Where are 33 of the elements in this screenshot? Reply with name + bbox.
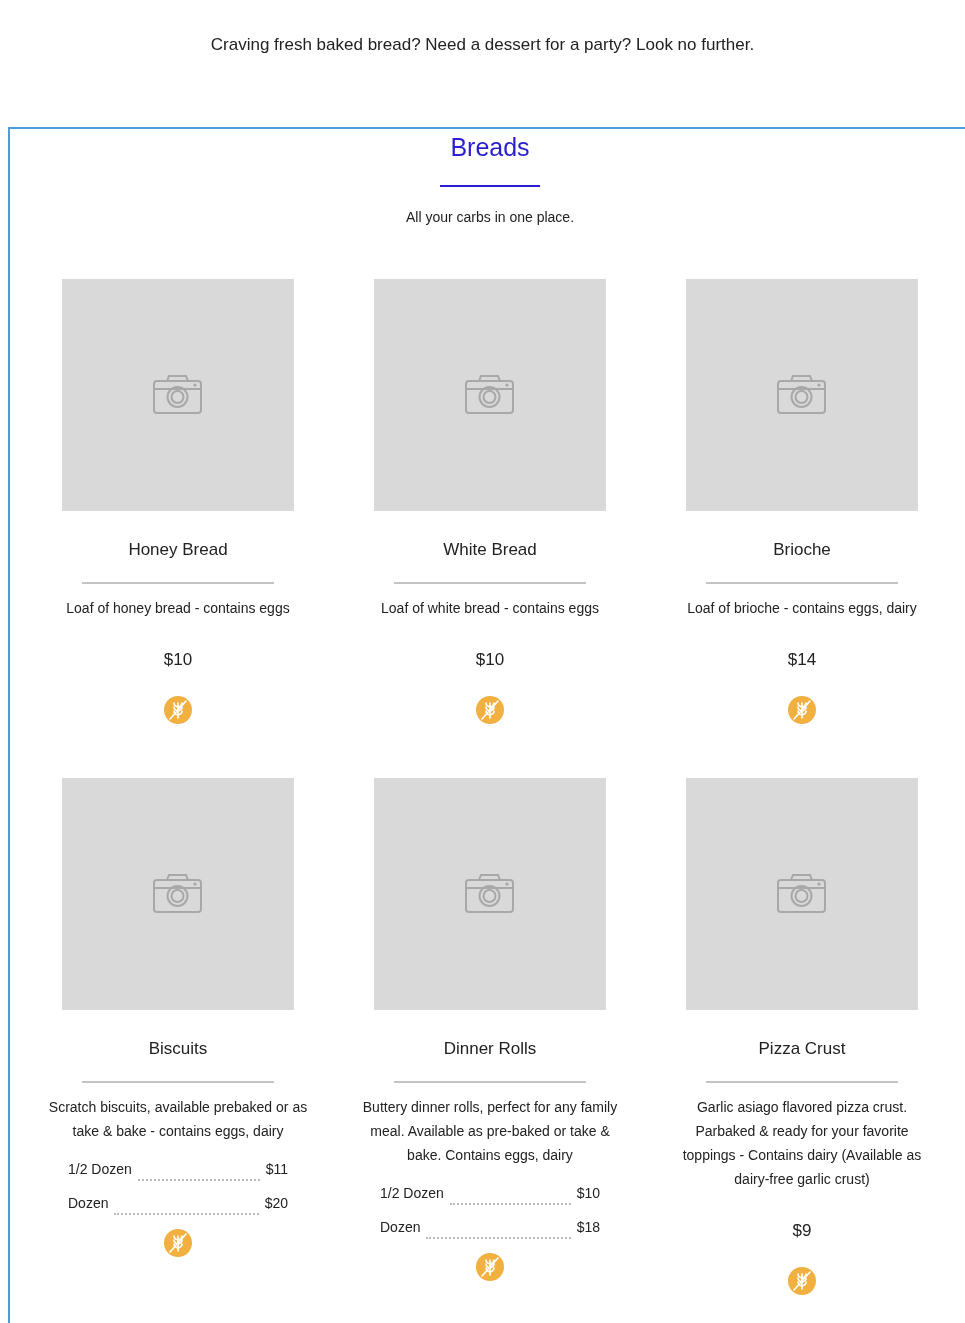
item-description: Scratch biscuits, available prebaked or as take & bake - contains eggs, dairy [48,1098,308,1141]
option-price: $11 [265,1160,288,1179]
item-price: $9 [792,1221,812,1241]
option-label: Dozen [68,1194,109,1213]
item-description: Loaf of honey bread - contains eggs [66,599,290,618]
item-description: Loaf of white bread - contains eggs [381,599,599,618]
item-description: Garlic asiago flavored pizza crust. Parbaked & ready for your favorite toppings - Contains dairy (Available as dairy-free garlic crust) [681,1098,923,1189]
item-name: Pizza Crust [758,1038,846,1060]
option-price: $10 [576,1184,600,1203]
camera-icon [777,874,827,914]
item-price: $10 [163,650,193,670]
section-tagline: All your carbs in one place. [405,209,575,225]
item-name: Brioche [773,539,831,561]
intro-text: Craving fresh baked bread? Need a dessert for a party? Look no further. [210,35,755,55]
option-label: 1/2 Dozen [380,1184,444,1203]
camera-icon [777,375,827,415]
option-label: 1/2 Dozen [68,1160,132,1179]
section-title: Breads [450,132,530,163]
item-name: Honey Bread [128,539,228,561]
item-price: $14 [787,650,817,670]
camera-icon [153,375,203,415]
option-price: $18 [576,1218,600,1237]
item-name: Dinner Rolls [443,1038,537,1060]
item-name: White Bread [443,539,537,561]
option-price: $20 [264,1194,288,1213]
item-name: Biscuits [148,1038,208,1060]
camera-icon [465,874,515,914]
item-description: Loaf of brioche - contains eggs, dairy [687,599,917,618]
item-price: $10 [475,650,505,670]
option-label: Dozen [380,1218,421,1237]
camera-icon [153,874,203,914]
item-description: Buttery dinner rolls, perfect for any family meal. Available as pre-baked or take & bake. Contains eggs, dairy [361,1098,619,1165]
camera-icon [465,375,515,415]
